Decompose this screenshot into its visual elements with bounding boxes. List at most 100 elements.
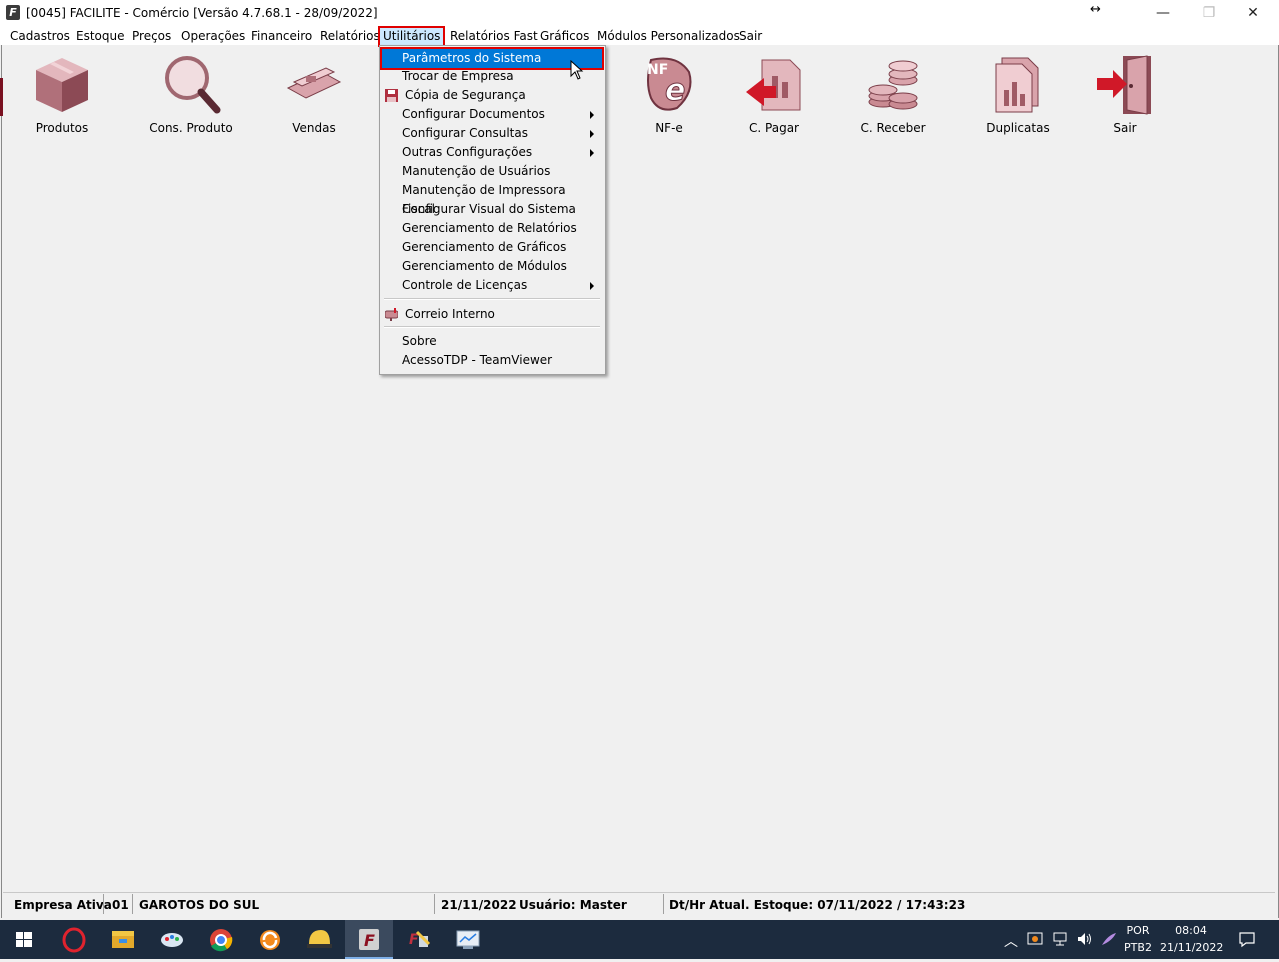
resize-icon[interactable]: ↔ [1090, 2, 1101, 17]
status-divider [434, 894, 435, 914]
menu-item-controle-de-licencas[interactable]: Controle de Licenças [382, 276, 602, 295]
status-user: Usuário: Master [519, 898, 627, 912]
menu-item-correio-interno[interactable]: Correio Interno [382, 305, 602, 324]
menu-item-configurar-documentos[interactable]: Configurar Documentos [382, 105, 602, 124]
tray-language[interactable]: POR [1122, 924, 1154, 937]
title-bar: F [0045] FACILITE - Comércio [Versão 4.7… [0, 0, 1279, 27]
menu-utilitarios[interactable]: Utilitários [377, 26, 446, 47]
menu-relatorios[interactable]: Relatórios [317, 28, 383, 45]
menu-item-sobre[interactable]: Sobre [382, 332, 602, 351]
monitor-icon [456, 930, 480, 949]
svg-text:e: e [665, 73, 685, 108]
menu-item-gerenciamento-de-relatorios[interactable]: Gerenciamento de Relatórios [382, 219, 602, 238]
submenu-arrow-icon [590, 130, 594, 138]
maximize-button[interactable]: ❐ [1186, 0, 1232, 27]
taskbar-file-explorer[interactable] [99, 920, 147, 959]
tray-volume-icon[interactable] [1076, 931, 1094, 947]
toolbar-duplicatas[interactable]: Duplicatas [963, 52, 1073, 137]
taskbar-monitor-app[interactable] [444, 920, 492, 959]
menu-estoque[interactable]: Estoque [73, 28, 128, 45]
submenu-arrow-icon [590, 149, 594, 157]
taskbar-facilite-tools[interactable]: F [395, 920, 443, 959]
taskbar-opera[interactable] [50, 920, 98, 959]
menu-item-trocar-de-empresa[interactable]: Trocar de Empresa [382, 67, 602, 86]
menu-item-gerenciamento-de-modulos[interactable]: Gerenciamento de Módulos [382, 257, 602, 276]
taskbar-chrome[interactable] [197, 920, 245, 959]
toolbar-nfe[interactable]: NF e NF-e [614, 52, 724, 137]
menu-item-parametros-do-sistema[interactable]: Parâmetros do Sistema [380, 47, 604, 70]
mailbox-icon [385, 308, 398, 321]
menu-precos[interactable]: Preços [129, 28, 174, 45]
menu-modulos-personalizados[interactable]: Módulos Personalizados [594, 28, 743, 45]
tray-network-icon[interactable] [1052, 931, 1070, 947]
documents-icon [986, 52, 1050, 116]
menu-item-gerenciamento-de-graficos[interactable]: Gerenciamento de Gráficos [382, 238, 602, 257]
status-bar: Empresa Ativa 01 GAROTOS DO SUL 21/11/20… [3, 892, 1275, 915]
start-button[interactable] [0, 920, 48, 959]
toolbar-c-pagar[interactable]: C. Pagar [719, 52, 829, 137]
status-company-name: GAROTOS DO SUL [139, 898, 260, 912]
folder-icon [112, 931, 134, 948]
menu-item-acessotdp-teamviewer[interactable]: AcessoTDP - TeamViewer [382, 351, 602, 370]
tray-show-hidden-icon[interactable]: ︿ [1004, 931, 1018, 951]
toolbar-label: C. Pagar [749, 121, 799, 135]
svg-text:F: F [364, 931, 375, 950]
status-divider [663, 894, 664, 914]
menu-item-configurar-visual-do-sistema[interactable]: Configurar Visual do Sistema [382, 200, 602, 219]
status-company-code: 01 [112, 898, 129, 912]
taskbar-app-paint[interactable] [148, 920, 196, 959]
menu-bar: Cadastros Estoque Preços Operações Finan… [0, 26, 1279, 47]
taskbar-facilite[interactable]: F [345, 920, 393, 959]
coins-icon [861, 52, 925, 116]
toolbar-label: Cons. Produto [149, 121, 233, 135]
menu-relatorios-fast[interactable]: Relatórios Fast [447, 28, 541, 45]
taskbar-helmet-app[interactable] [295, 920, 343, 959]
menu-item-copia-de-seguranca[interactable]: Cópia de Segurança [382, 86, 602, 105]
close-button[interactable]: ✕ [1230, 0, 1276, 27]
main-area [1, 45, 1279, 918]
menu-graficos[interactable]: Gráficos [537, 28, 592, 45]
taskbar: F F ︿ POR PTB2 08:04 21/11/2022 [0, 920, 1279, 959]
menu-operacoes[interactable]: Operações [178, 28, 248, 45]
tray-layout[interactable]: PTB2 [1122, 941, 1154, 954]
tray-pen-icon[interactable] [1100, 931, 1118, 947]
menu-financeiro[interactable]: Financeiro [248, 28, 315, 45]
toolbar-label: Vendas [292, 121, 336, 135]
toolbar-c-receber[interactable]: C. Receber [838, 52, 948, 137]
menu-item-outras-configuracoes[interactable]: Outras Configurações [382, 143, 602, 162]
menu-item-manutencao-de-usuarios[interactable]: Manutenção de Usuários [382, 162, 602, 181]
toolbar-label: Produtos [35, 121, 89, 135]
side-accent [0, 78, 3, 116]
minimize-button[interactable]: — [1140, 0, 1186, 27]
toolbar-sair[interactable]: Sair [1070, 52, 1180, 137]
sync-icon [260, 930, 280, 950]
toolbar-label: Duplicatas [986, 121, 1050, 135]
notification-icon[interactable] [1238, 931, 1256, 948]
tray-time[interactable]: 08:04 [1160, 924, 1222, 937]
submenu-arrow-icon [590, 282, 594, 290]
utilities-dropdown: Parâmetros do Sistema Trocar de Empresa … [379, 45, 606, 375]
menu-item-manutencao-de-impressora-fiscal[interactable]: Manutenção de Impressora Fiscal [382, 181, 602, 216]
toolbar-vendas[interactable]: Vendas [259, 52, 369, 137]
pay-icon [742, 52, 806, 116]
helmet-icon [307, 930, 332, 948]
menu-item-configurar-consultas[interactable]: Configurar Consultas [382, 124, 602, 143]
toolbar-label: C. Receber [860, 121, 926, 135]
taskbar-sync-app[interactable] [246, 920, 294, 959]
tray-sync-icon[interactable] [1027, 931, 1045, 947]
menu-cadastros[interactable]: Cadastros [7, 28, 73, 45]
facilite-tools-icon: F [409, 930, 431, 948]
toolbar-cons-produto[interactable]: Cons. Produto [136, 52, 246, 137]
status-divider [103, 894, 104, 914]
cash-icon [282, 52, 346, 116]
toolbar-label: Sair [1113, 121, 1137, 135]
menu-sair[interactable]: Sair [736, 28, 765, 45]
status-divider [132, 894, 133, 914]
tray-date[interactable]: 21/11/2022 [1160, 941, 1223, 954]
opera-icon [62, 927, 86, 953]
facilite-icon: F [359, 929, 379, 950]
toolbar-produtos[interactable]: Produtos [7, 52, 117, 137]
paint-icon [161, 933, 183, 947]
floppy-disk-icon [385, 89, 398, 102]
chrome-icon [210, 929, 233, 952]
